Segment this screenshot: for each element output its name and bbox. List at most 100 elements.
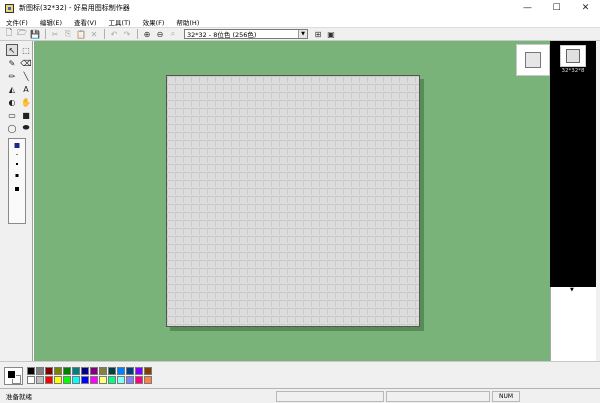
hand-icon: ✋: [21, 97, 31, 107]
toolbar-separator: [104, 29, 105, 39]
color-swatch[interactable]: [99, 376, 107, 384]
color-swatch[interactable]: [36, 367, 44, 375]
color-swatch[interactable]: [135, 376, 143, 384]
toolbar-separator: [137, 29, 138, 39]
rect-select-tool[interactable]: ⬚: [20, 44, 32, 56]
format-list-scroll[interactable]: ▼: [550, 287, 596, 361]
menu-file[interactable]: 文件(F): [6, 17, 28, 27]
color-swatch[interactable]: [81, 367, 89, 375]
color-swatch[interactable]: [90, 376, 98, 384]
color-swatch[interactable]: [45, 367, 53, 375]
hand-tool[interactable]: ✋: [20, 96, 32, 108]
filled-ellipse-icon: ⬬: [22, 123, 30, 132]
undo-button[interactable]: ↶: [108, 29, 120, 40]
color-swatch[interactable]: [99, 367, 107, 375]
menu-effects[interactable]: 效果(F): [143, 17, 165, 27]
add-format-button[interactable]: ⊞: [312, 29, 324, 40]
color-picker-tool[interactable]: ✎: [6, 57, 18, 69]
format-select-value: 32*32 - 8位色 (256色): [187, 31, 257, 39]
ellipse-tool[interactable]: ◯: [6, 122, 18, 134]
scroll-down-icon[interactable]: ▼: [570, 287, 574, 293]
select-tool[interactable]: ↖: [6, 44, 18, 56]
maximize-button[interactable]: ☐: [542, 0, 571, 16]
brush-size-3[interactable]: [16, 163, 18, 165]
menu-tools[interactable]: 工具(T): [109, 17, 131, 27]
color-swatch[interactable]: [45, 376, 53, 384]
color-swatch[interactable]: [117, 367, 125, 375]
minimize-button[interactable]: —: [513, 0, 542, 16]
eraser-tool[interactable]: ⌫: [20, 57, 32, 69]
menu-edit[interactable]: 编辑(E): [40, 17, 62, 27]
color-swatch[interactable]: [36, 376, 44, 384]
text-tool[interactable]: A: [20, 83, 32, 95]
zoom-in-button[interactable]: ⊕: [141, 29, 153, 40]
color-swatch[interactable]: [63, 376, 71, 384]
ellipse-icon: ◯: [7, 123, 17, 133]
color-swatch[interactable]: [144, 367, 152, 375]
zoom-fit-icon: ⌕: [170, 29, 176, 38]
save-icon: 💾: [30, 29, 40, 39]
pencil-icon: ✏: [8, 71, 16, 81]
zoom-out-button[interactable]: ⊖: [154, 29, 166, 40]
format-thumbnail[interactable]: [560, 45, 586, 67]
select-arrow-icon: ↖: [8, 45, 16, 55]
canvas-area: [34, 41, 550, 361]
color-swatch[interactable]: [144, 376, 152, 384]
thumbnail-image: [566, 49, 580, 63]
filled-ellipse-tool[interactable]: ⬬: [20, 122, 32, 134]
color-swatch[interactable]: [126, 367, 134, 375]
color-swatch[interactable]: [81, 376, 89, 384]
fill-tool[interactable]: ◭: [6, 83, 18, 95]
color-replace-tool[interactable]: ◐: [6, 96, 18, 108]
color-swatch[interactable]: [108, 367, 116, 375]
brush-size-box: [8, 138, 26, 224]
open-button[interactable]: 🗁: [16, 28, 28, 40]
image-format-button[interactable]: ▣: [325, 29, 337, 40]
cut-button[interactable]: ✂: [49, 29, 61, 40]
color-swatch[interactable]: [126, 376, 134, 384]
format-select[interactable]: 32*32 - 8位色 (256色) ▼: [184, 29, 308, 39]
zoom-fit-button[interactable]: ⌕: [167, 29, 179, 40]
current-color[interactable]: [4, 367, 23, 385]
color-swatch[interactable]: [108, 376, 116, 384]
color-swatch[interactable]: [54, 367, 62, 375]
filled-rectangle-tool[interactable]: ■: [20, 109, 32, 121]
menu-help[interactable]: 帮助(H): [176, 17, 199, 27]
copy-icon: ⎘: [64, 29, 72, 38]
rectangle-tool[interactable]: ▭: [6, 109, 18, 121]
picker-icon: ✎: [8, 58, 16, 68]
color-swatch[interactable]: [72, 367, 80, 375]
color-swatch[interactable]: [72, 376, 80, 384]
text-icon: A: [23, 84, 29, 94]
new-button[interactable]: 🗋: [3, 28, 15, 40]
copy-button[interactable]: ⎘: [62, 29, 74, 40]
color-swatch[interactable]: [63, 367, 71, 375]
close-button[interactable]: ✕: [571, 0, 600, 16]
new-icon: 🗋: [5, 28, 13, 37]
fill-icon: ◭: [8, 84, 16, 94]
brush-size-2[interactable]: [16, 154, 18, 155]
save-button[interactable]: 💾: [29, 29, 41, 40]
color-swatch[interactable]: [27, 376, 35, 384]
icon-drawing-canvas[interactable]: [166, 75, 420, 327]
menu-bar: 文件(F) 编辑(E) 查看(V) 工具(T) 效果(F) 帮助(H): [0, 16, 600, 27]
line-tool[interactable]: ╲: [20, 70, 32, 82]
pencil-tool[interactable]: ✏: [6, 70, 18, 82]
foreground-color[interactable]: [7, 370, 16, 379]
brush-size-4[interactable]: [15, 174, 19, 177]
delete-button[interactable]: ✕: [88, 29, 100, 40]
format-list-panel: 32*32*8: [550, 41, 596, 287]
palette-bar: [0, 361, 600, 388]
color-swatch[interactable]: [90, 367, 98, 375]
paste-button[interactable]: 📋: [75, 29, 87, 40]
redo-button[interactable]: ↷: [121, 29, 133, 40]
color-swatch[interactable]: [27, 367, 35, 375]
menu-view[interactable]: 查看(V): [74, 17, 97, 27]
color-swatch[interactable]: [117, 376, 125, 384]
brush-size-5[interactable]: [15, 187, 19, 191]
format-thumbnail-label: 32*32*8: [561, 68, 585, 74]
color-swatch[interactable]: [54, 376, 62, 384]
brush-size-1[interactable]: [14, 143, 20, 148]
filled-rectangle-icon: ■: [22, 110, 30, 120]
color-swatch[interactable]: [135, 367, 143, 375]
